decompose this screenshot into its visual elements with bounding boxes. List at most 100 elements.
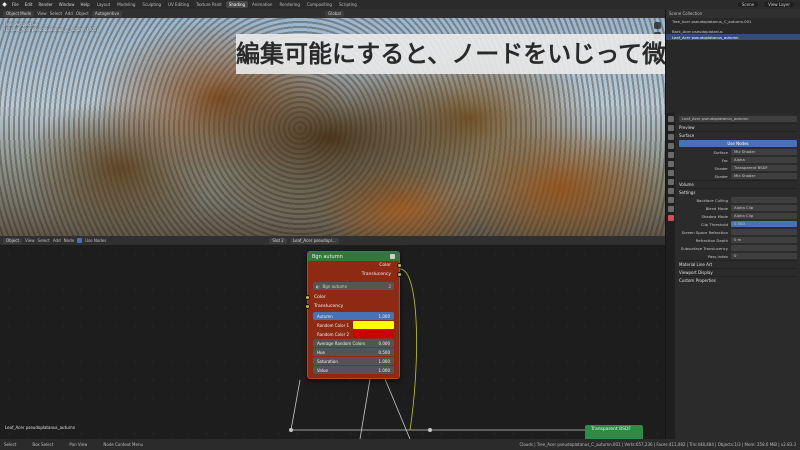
node-menu-add[interactable]: Add — [53, 238, 61, 243]
blender-logo-icon[interactable]: ◆ — [0, 0, 9, 9]
tool-tab-icon[interactable] — [667, 116, 674, 122]
surface-row-value[interactable]: Mix Shader — [731, 173, 797, 179]
workspace-tab-uv-editing[interactable]: UV Editing — [165, 1, 192, 8]
slot-dropdown[interactable]: Slot 2 — [269, 237, 287, 244]
random-color-2-field[interactable]: Random Color 2 — [313, 330, 394, 338]
ssr-checkbox[interactable] — [731, 229, 797, 235]
workspace-tab-scripting[interactable]: Scripting — [336, 1, 360, 8]
particles-tab-icon[interactable] — [667, 179, 674, 185]
menu-render[interactable]: Render — [35, 2, 55, 7]
node-editor-header: Object View Select Add Node Use Nodes Sl… — [0, 236, 665, 245]
shading-dropdown[interactable]: Autogentive — [91, 10, 123, 17]
surface-row-value[interactable]: Transparent BSDF — [731, 165, 797, 171]
use-nodes-checkbox[interactable] — [77, 238, 83, 243]
zoom-icon[interactable] — [654, 22, 661, 29]
mode-dropdown[interactable]: Object Mode — [3, 10, 35, 17]
socket-out-color[interactable] — [397, 263, 402, 268]
node-tree-name[interactable]: Bgn autumn — [323, 284, 348, 289]
settings-row-key: Subsurface Translucency — [680, 245, 728, 251]
section-viewport-display[interactable]: Viewport Display — [679, 268, 797, 276]
random-color-1-swatch[interactable] — [353, 321, 394, 329]
node-tree-users[interactable]: 2 — [388, 284, 391, 289]
status-hint: Node Context Menu — [103, 442, 144, 447]
menu-file[interactable]: File — [9, 2, 22, 7]
viewport-menu-object[interactable]: Object — [76, 11, 89, 16]
view-layer-selector[interactable]: View Layer — [764, 2, 794, 7]
random-color-2-swatch[interactable] — [353, 330, 394, 338]
node-tree-selector[interactable]: ◐ Bgn autumn 2 — [313, 282, 394, 290]
value-field[interactable]: Value 1.000 — [313, 366, 394, 374]
transparent-bsdf-node[interactable]: Transparent BSDF — [585, 425, 643, 439]
viewport-menu-select[interactable]: Select — [50, 11, 62, 16]
transform-orientation-dropdown[interactable]: Global — [325, 10, 344, 17]
modifier-tab-icon[interactable] — [667, 170, 674, 176]
autumn-slider[interactable]: Autumn 1.000 — [313, 312, 394, 320]
section-surface[interactable]: Surface — [679, 131, 797, 139]
scene-selectors: Scene View Layer — [737, 2, 800, 7]
section-settings[interactable]: Settings — [679, 188, 797, 196]
workspace-tab-animation[interactable]: Animation — [249, 1, 275, 8]
menu-help[interactable]: Help — [77, 2, 92, 7]
socket-in-color[interactable] — [305, 295, 310, 300]
viewport-menu-add[interactable]: Add — [65, 11, 73, 16]
output-tab-icon[interactable] — [667, 134, 674, 140]
autumn-label: Autumn — [317, 313, 333, 319]
editor-type-dropdown[interactable]: Object — [3, 237, 23, 244]
scene-tab-icon[interactable] — [667, 143, 674, 149]
node-tree-icon: ◐ — [316, 283, 320, 289]
node-editor[interactable]: Bgn autumn Color Translucency ◐ Bgn autu… — [0, 245, 665, 439]
material-selector[interactable]: Leaf_Acer pseudopl... — [289, 237, 339, 244]
menu-window[interactable]: Window — [56, 2, 78, 7]
workspace-tab-compositing[interactable]: Compositing — [304, 1, 335, 8]
data-tab-icon[interactable] — [667, 206, 674, 212]
group-node-bgn-autumn[interactable]: Bgn autumn Color Translucency ◐ Bgn autu… — [305, 251, 402, 379]
world-tab-icon[interactable] — [667, 152, 674, 158]
settings-row-key: Clip Threshold — [700, 221, 728, 227]
workspace-tab-shading[interactable]: Shading — [225, 1, 249, 8]
socket-out-translucency[interactable] — [397, 272, 402, 277]
scene-selector[interactable]: Scene — [737, 2, 759, 7]
workspace-tab-layout[interactable]: Layout — [94, 1, 114, 8]
node-group-icon[interactable] — [390, 254, 395, 259]
subsurface-translucency-checkbox[interactable] — [731, 245, 797, 251]
status-hint: Box Select — [32, 442, 54, 447]
workspace-tab-rendering[interactable]: Rendering — [276, 1, 302, 8]
material-tab-icon[interactable] — [667, 215, 674, 221]
section-custom-properties[interactable]: Custom Properties — [679, 276, 797, 284]
random-color-1-field[interactable]: Random Color 1 — [313, 321, 394, 329]
node-menu-view[interactable]: View — [25, 238, 35, 243]
outliner-item-active[interactable]: Leaf_Acer pseudoplatanus_autumn — [666, 34, 800, 40]
workspace-tab-modeling[interactable]: Modeling — [114, 1, 138, 8]
workspace-tab-sculpting[interactable]: Sculpting — [139, 1, 164, 8]
hue-field[interactable]: Hue 0.500 — [313, 348, 394, 356]
section-line-art[interactable]: Material Line Art — [679, 260, 797, 268]
node-header[interactable]: Bgn autumn — [308, 252, 399, 261]
outliner-header: Scene Collection — [666, 9, 800, 18]
socket-in-translucency[interactable] — [305, 304, 310, 309]
workspace-tab-texture-paint[interactable]: Texture Paint — [193, 1, 225, 8]
saturation-field[interactable]: Saturation 1.000 — [313, 357, 394, 365]
pass-index-field[interactable]: 0 — [731, 253, 797, 259]
render-tab-icon[interactable] — [667, 125, 674, 131]
node-menu-select[interactable]: Select — [38, 238, 50, 243]
node-menu-node[interactable]: Node — [64, 238, 74, 243]
shadow-mode-dropdown[interactable]: Alpha Clip — [731, 213, 797, 219]
viewport-menu-view[interactable]: View — [37, 11, 47, 16]
object-tab-icon[interactable] — [667, 161, 674, 167]
constraints-tab-icon[interactable] — [667, 197, 674, 203]
average-random-colors-field[interactable]: Average Random Colors 0.000 — [313, 339, 394, 347]
refraction-depth-field[interactable]: 0 m — [731, 237, 797, 243]
section-preview[interactable]: Preview — [679, 123, 797, 131]
material-name-field[interactable]: Leaf_Acer pseudoplatanus_autumn — [679, 116, 797, 122]
blend-mode-dropdown[interactable]: Alpha Clip — [731, 205, 797, 211]
surface-row-value[interactable]: Alpha — [731, 157, 797, 163]
backface-culling-checkbox[interactable] — [731, 197, 797, 203]
physics-tab-icon[interactable] — [667, 188, 674, 194]
clip-threshold-slider[interactable]: 0.500 — [731, 221, 797, 227]
surface-row-key: Fac — [721, 157, 728, 163]
menu-edit[interactable]: Edit — [22, 2, 36, 7]
surface-row-value[interactable]: Mix Shader — [731, 149, 797, 155]
settings-row-key: Refraction Depth — [695, 237, 728, 243]
use-nodes-button[interactable]: Use Nodes — [679, 140, 797, 147]
section-volume[interactable]: Volume — [679, 180, 797, 188]
